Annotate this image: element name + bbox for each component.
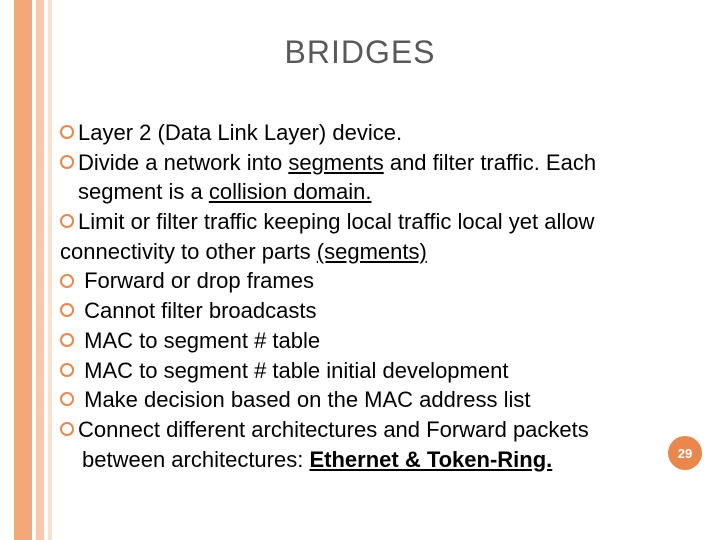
bullet-icon: [60, 333, 74, 347]
text: between architectures:: [82, 447, 309, 472]
text-underline: collision domain.: [209, 179, 372, 204]
bullet-line-8: Make decision based on the MAC address l…: [60, 385, 684, 415]
text: Cannot filter broadcasts: [78, 298, 316, 323]
wrap-line: between architectures: Ethernet & Token-…: [82, 445, 684, 475]
bullet-line-9: Connect different architectures and Forw…: [60, 415, 684, 445]
bullet-icon: [60, 392, 74, 406]
bullet-line-7: MAC to segment # table initial developme…: [60, 356, 684, 386]
text: MAC to segment # table: [78, 328, 320, 353]
bullet-line-5: Cannot filter broadcasts: [60, 296, 684, 326]
text: Connect: [78, 417, 160, 442]
text: MAC to segment # table initial developme…: [78, 358, 508, 383]
accent-bar-2: [36, 0, 44, 540]
bullet-line-1: Layer 2 (Data Link Layer) device.: [60, 118, 684, 148]
wrap-line: segment is a collision domain.: [78, 177, 684, 207]
text: Limit: [78, 209, 124, 234]
slide: BRIDGES Layer 2 (Data Link Layer) device…: [0, 0, 720, 540]
text-underline: (segments): [317, 239, 427, 264]
text: or filter traffic keeping local traffic …: [124, 209, 594, 234]
text: Divide: [78, 150, 139, 175]
bullet-line-3: Limit or filter traffic keeping local tr…: [60, 207, 684, 237]
bullet-icon: [60, 303, 74, 317]
bullet-line-2: Divide a network into segments and filte…: [60, 148, 684, 178]
text-bold-underline: Ethernet & Token-Ring.: [309, 447, 552, 472]
text: connectivity to other parts: [60, 239, 317, 264]
bullet-icon: [60, 422, 74, 436]
bullet-line-6: MAC to segment # table: [60, 326, 684, 356]
text: 2 (Data Link Layer) device.: [133, 120, 402, 145]
bullet-line-4: Forward or drop frames: [60, 266, 684, 296]
bullet-icon: [60, 125, 74, 139]
wrap-line: connectivity to other parts (segments): [60, 237, 684, 267]
text-underline: segments: [288, 150, 383, 175]
bullet-icon: [60, 274, 74, 288]
slide-body: Layer 2 (Data Link Layer) device. Divide…: [60, 118, 684, 474]
accent-bar-1: [14, 0, 32, 540]
text: Forward or drop frames: [78, 268, 314, 293]
text: a network into: [139, 150, 288, 175]
text: segment is a: [78, 179, 209, 204]
bullet-icon: [60, 155, 74, 169]
page-number-badge: 29: [668, 436, 702, 470]
bullet-icon: [60, 214, 74, 228]
slide-title: BRIDGES: [0, 34, 720, 71]
accent-bar-3: [48, 0, 52, 540]
text: Make decision based on the MAC address l…: [78, 387, 530, 412]
text: different architectures and Forward pack…: [160, 417, 589, 442]
text: and filter traffic. Each: [384, 150, 596, 175]
bullet-icon: [60, 363, 74, 377]
text: Layer: [78, 120, 133, 145]
